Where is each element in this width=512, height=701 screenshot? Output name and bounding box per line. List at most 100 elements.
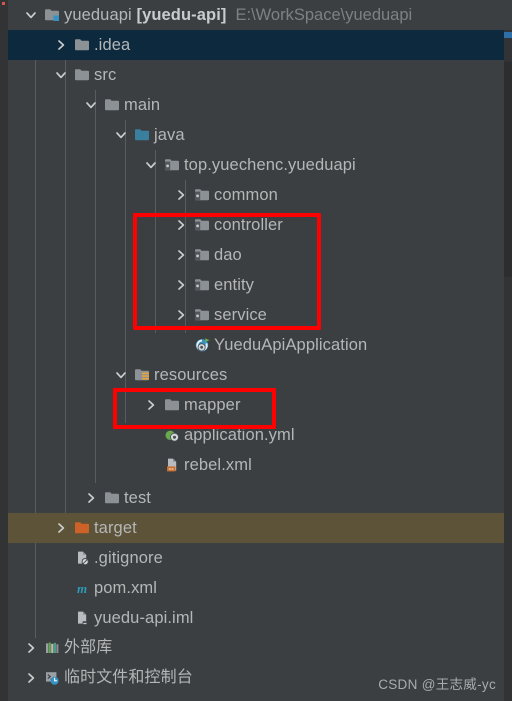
tree-row-entity[interactable]: entity <box>8 270 504 300</box>
tree-row-label: test <box>124 489 151 507</box>
package-icon <box>192 210 214 240</box>
tree-row-label: resources <box>154 366 228 384</box>
tree-row-label: application.yml <box>184 426 295 444</box>
chevron-down-icon[interactable] <box>50 60 72 90</box>
chevron-right-icon[interactable] <box>170 240 192 270</box>
chevron-right-icon[interactable] <box>20 633 42 663</box>
excluded-folder-icon <box>72 513 94 543</box>
gutter-marker-icon <box>2 2 5 5</box>
tree-row-java[interactable]: java <box>8 120 504 150</box>
package-icon <box>192 270 214 300</box>
no-chevron-spacer <box>170 330 192 360</box>
tree-row-main[interactable]: main <box>8 90 504 120</box>
source-root-icon <box>132 120 154 150</box>
tree-row-project-root[interactable]: yueduapi [yuedu-api] E:\WorkSpace\yuedua… <box>8 0 504 30</box>
scrollbar-accent-marker <box>504 32 512 38</box>
tree-row-label: mapper <box>184 396 241 414</box>
tree-row-label: java <box>154 126 185 144</box>
tree-row-label: pom.xml <box>94 579 158 597</box>
tree-rows-container: yueduapi [yuedu-api] E:\WorkSpace\yuedua… <box>8 0 504 701</box>
project-root-path: E:\WorkSpace\yueduapi <box>235 6 413 24</box>
tree-row-application-yml[interactable]: application.yml <box>8 420 504 450</box>
tree-row-label: entity <box>214 276 255 294</box>
chevron-right-icon[interactable] <box>170 180 192 210</box>
tree-row-yuedu-api-application[interactable]: YueduApiApplication <box>8 330 504 360</box>
chevron-down-icon[interactable] <box>20 0 42 30</box>
project-root-label: yueduapi [yuedu-api] <box>64 6 227 24</box>
tree-row-pom-xml[interactable]: m pom.xml <box>8 573 504 603</box>
scrollbar-track-top <box>504 0 512 30</box>
tree-row-dao[interactable]: dao <box>8 240 504 270</box>
tree-row-label: top.yuechenc.yueduapi <box>184 156 356 174</box>
chevron-right-icon[interactable] <box>170 270 192 300</box>
tree-row-label: .idea <box>94 36 131 54</box>
package-icon <box>192 180 214 210</box>
tree-row-label: yuedu-api.iml <box>94 609 194 627</box>
chevron-down-icon[interactable] <box>80 90 102 120</box>
chevron-right-icon[interactable] <box>170 210 192 240</box>
tree-row-rebel-xml[interactable]: <> rebel.xml <box>8 450 504 480</box>
tree-row-label: rebel.xml <box>184 456 252 474</box>
chevron-down-icon[interactable] <box>110 120 132 150</box>
editor-left-gutter <box>0 0 8 701</box>
tree-row-service[interactable]: service <box>8 300 504 330</box>
chevron-right-icon[interactable] <box>20 663 42 693</box>
chevron-down-icon[interactable] <box>140 150 162 180</box>
folder-icon <box>102 90 124 120</box>
chevron-right-icon[interactable] <box>50 30 72 60</box>
svg-text:m: m <box>77 581 87 596</box>
tree-row-mapper[interactable]: mapper <box>8 390 504 420</box>
no-chevron-spacer <box>140 450 162 480</box>
tree-row-target[interactable]: target <box>8 513 504 543</box>
module-folder-icon <box>42 0 64 30</box>
tree-row-label: main <box>124 96 161 114</box>
tree-row-label: YueduApiApplication <box>214 336 368 354</box>
tree-row-resources[interactable]: resources <box>8 360 504 390</box>
iml-file-icon <box>72 603 94 633</box>
tree-row-idea[interactable]: .idea <box>8 30 504 60</box>
external-libraries-icon <box>42 633 64 663</box>
tree-row-label: common <box>214 186 278 204</box>
tree-row-package-root[interactable]: top.yuechenc.yueduapi <box>8 150 504 180</box>
folder-icon <box>162 390 184 420</box>
no-chevron-spacer <box>140 420 162 450</box>
folder-icon <box>72 60 94 90</box>
tree-row-label: .gitignore <box>94 549 163 567</box>
folder-icon <box>102 483 124 513</box>
tree-row-src[interactable]: src <box>8 60 504 90</box>
chevron-right-icon[interactable] <box>140 390 162 420</box>
chevron-right-icon[interactable] <box>170 300 192 330</box>
spring-yaml-icon <box>162 420 184 450</box>
no-chevron-spacer <box>50 543 72 573</box>
chevron-right-icon[interactable] <box>80 483 102 513</box>
scratches-icon <box>42 663 64 693</box>
tree-row-label: service <box>214 306 267 324</box>
no-chevron-spacer <box>50 573 72 603</box>
tree-row-common[interactable]: common <box>8 180 504 210</box>
tree-row-label: controller <box>214 216 283 234</box>
tree-row-label: 临时文件和控制台 <box>64 669 193 686</box>
csdn-watermark: CSDN @王志威-yc <box>378 677 496 692</box>
folder-icon <box>72 30 94 60</box>
gitignore-file-icon <box>72 543 94 573</box>
no-chevron-spacer <box>50 603 72 633</box>
maven-file-icon: m <box>72 573 94 603</box>
tree-row-test[interactable]: test <box>8 483 504 513</box>
tree-row-iml[interactable]: yuedu-api.iml <box>8 603 504 633</box>
tree-row-label: src <box>94 66 117 84</box>
scrollbar-thumb[interactable] <box>504 62 512 277</box>
tree-row-external-libraries[interactable]: 外部库 <box>8 633 504 663</box>
xml-file-icon: <> <box>162 450 184 480</box>
tree-row-label: dao <box>214 246 242 264</box>
tree-row-gitignore[interactable]: .gitignore <box>8 543 504 573</box>
tree-row-controller[interactable]: controller <box>8 210 504 240</box>
chevron-down-icon[interactable] <box>110 360 132 390</box>
spring-boot-class-icon <box>192 330 214 360</box>
chevron-right-icon[interactable] <box>50 513 72 543</box>
package-icon <box>192 300 214 330</box>
package-icon <box>192 240 214 270</box>
package-icon <box>162 150 184 180</box>
vertical-scrollbar[interactable] <box>504 0 512 701</box>
project-tree-panel: yueduapi [yuedu-api] E:\WorkSpace\yuedua… <box>0 0 512 701</box>
tree-row-label: target <box>94 519 137 537</box>
